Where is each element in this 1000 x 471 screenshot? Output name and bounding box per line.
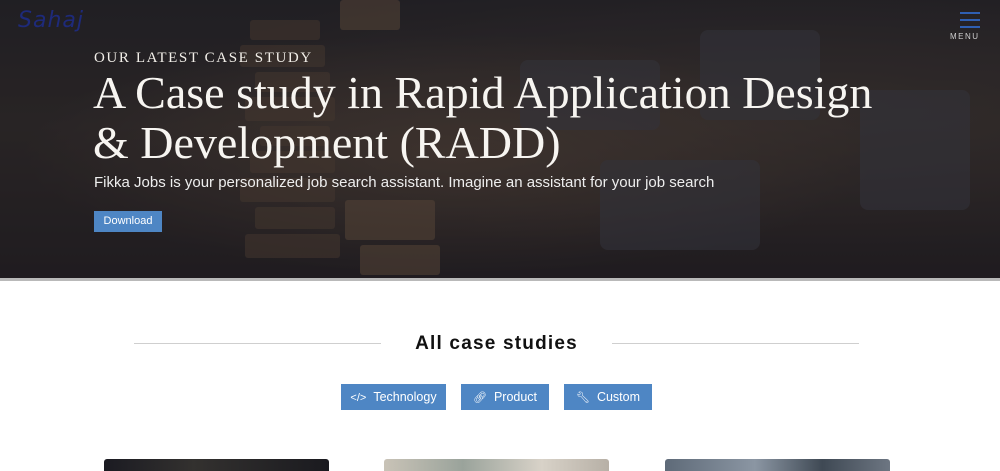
download-button[interactable]: Download — [94, 211, 162, 232]
case-study-card[interactable] — [665, 459, 890, 471]
heading-rule-right — [612, 343, 859, 344]
logo[interactable]: Sahaj — [18, 8, 84, 33]
wrench-icon: 🔧︎ — [575, 392, 590, 404]
filter-technology-label: Technology — [373, 390, 437, 404]
menu-button[interactable]: MENU — [946, 12, 988, 46]
filter-product-button[interactable]: 🔗︎ Product — [461, 384, 549, 410]
case-study-card[interactable] — [384, 459, 609, 471]
case-study-card[interactable] — [104, 459, 329, 471]
hero-divider — [0, 278, 1000, 281]
filter-technology-button[interactable]: </> Technology — [341, 384, 446, 410]
hero-title: A Case study in Rapid Application Design… — [93, 67, 873, 168]
hero-banner: Sahaj MENU OUR LATEST CASE STUDY A Case … — [0, 0, 1000, 280]
hero-subtitle: Fikka Jobs is your personalized job sear… — [94, 174, 715, 191]
code-icon: </> — [350, 392, 367, 404]
link-icon: 🔗︎ — [472, 392, 487, 404]
filter-custom-button[interactable]: 🔧︎ Custom — [564, 384, 652, 410]
hero-eyebrow: OUR LATEST CASE STUDY — [94, 50, 313, 66]
hamburger-icon — [960, 12, 980, 28]
filter-custom-label: Custom — [596, 390, 641, 404]
filter-product-label: Product — [493, 390, 538, 404]
heading-rule-left — [134, 343, 381, 344]
menu-label: MENU — [950, 32, 980, 41]
section-heading: All case studies — [0, 333, 1000, 357]
section-title: All case studies — [415, 333, 578, 354]
